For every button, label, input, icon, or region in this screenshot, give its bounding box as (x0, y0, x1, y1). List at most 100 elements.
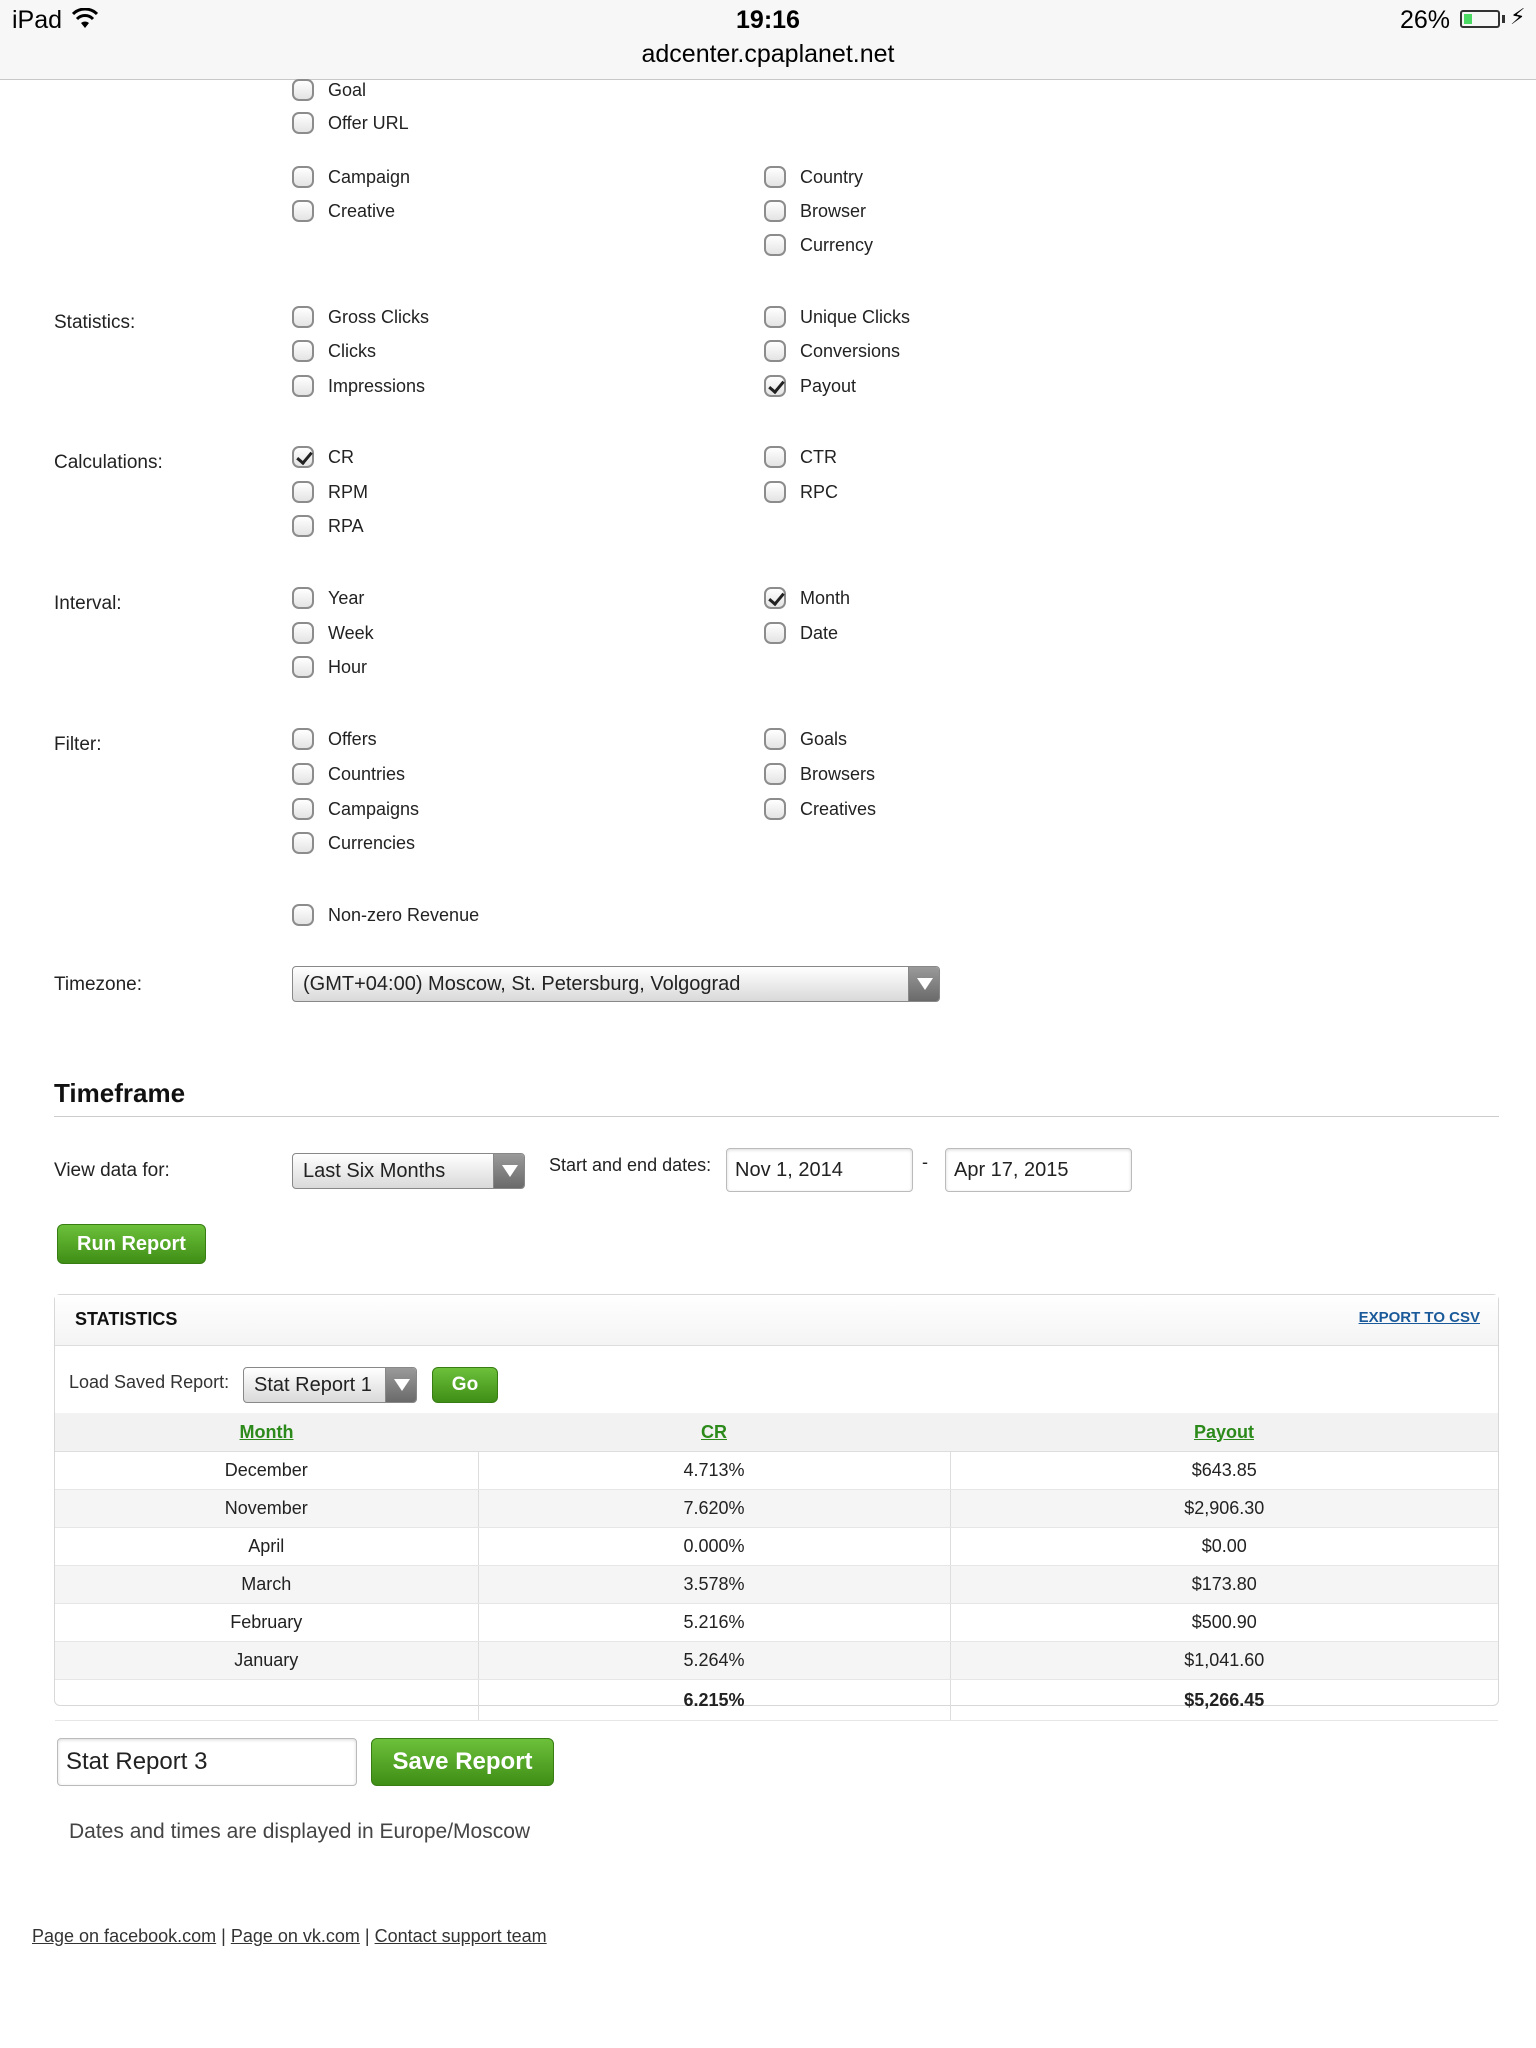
checkbox-box[interactable] (292, 587, 314, 609)
checkbox-offer-url[interactable]: Offer URL (292, 109, 409, 137)
statistics-header: STATISTICS EXPORT TO CSV (55, 1295, 1498, 1346)
checkbox-box[interactable] (292, 446, 314, 468)
checkbox-non-zero-revenue[interactable]: Non-zero Revenue (292, 901, 479, 929)
end-date-input[interactable]: Apr 17, 2015 (945, 1148, 1132, 1192)
checkbox-rpa[interactable]: RPA (292, 512, 364, 540)
checkbox-creative[interactable]: Creative (292, 197, 395, 225)
checkbox-countries[interactable]: Countries (292, 760, 405, 788)
checkbox-date[interactable]: Date (764, 619, 838, 647)
total-payout: $5,266.45 (950, 1679, 1498, 1721)
checkbox-box[interactable] (292, 79, 314, 101)
export-csv-link[interactable]: EXPORT TO CSV (1359, 1309, 1480, 1326)
checkbox-rpc[interactable]: RPC (764, 478, 838, 506)
checkbox-box[interactable] (292, 200, 314, 222)
checkbox-creatives[interactable]: Creatives (764, 795, 876, 823)
checkbox-goal[interactable]: Goal (292, 76, 366, 104)
checkbox-label: RPA (328, 515, 364, 536)
save-report-button[interactable]: Save Report (371, 1738, 554, 1786)
checkbox-label: Week (328, 622, 374, 643)
address-bar-url[interactable]: adcenter.cpaplanet.net (0, 40, 1536, 69)
checkbox-box[interactable] (292, 656, 314, 678)
checkbox-box[interactable] (292, 306, 314, 328)
checkbox-clicks[interactable]: Clicks (292, 337, 376, 365)
checkbox-browser[interactable]: Browser (764, 197, 866, 225)
checkbox-impressions[interactable]: Impressions (292, 372, 425, 400)
contact-support-link[interactable]: Contact support team (375, 1926, 547, 1946)
checkbox-box[interactable] (292, 904, 314, 926)
checkbox-country[interactable]: Country (764, 163, 863, 191)
checkbox-box[interactable] (292, 112, 314, 134)
checkbox-box[interactable] (292, 728, 314, 750)
checkbox-month[interactable]: Month (764, 584, 850, 612)
clock: 19:16 (736, 6, 800, 34)
cell-cr: 4.713% (478, 1451, 951, 1490)
checkbox-gross-clicks[interactable]: Gross Clicks (292, 303, 429, 331)
column-header-month[interactable]: Month (55, 1413, 478, 1452)
checkbox-offers[interactable]: Offers (292, 725, 377, 753)
checkbox-currencies[interactable]: Currencies (292, 829, 415, 857)
checkbox-rpm[interactable]: RPM (292, 478, 368, 506)
table-row: March 3.578% $173.80 (55, 1565, 1498, 1604)
column-header-payout[interactable]: Payout (950, 1413, 1498, 1452)
checkbox-payout[interactable]: Payout (764, 372, 856, 400)
checkbox-year[interactable]: Year (292, 584, 364, 612)
checkbox-box[interactable] (292, 798, 314, 820)
checkbox-box[interactable] (764, 306, 786, 328)
checkbox-browsers[interactable]: Browsers (764, 760, 875, 788)
checkbox-box[interactable] (764, 728, 786, 750)
checkbox-box[interactable] (292, 622, 314, 644)
report-name-input[interactable]: Stat Report 3 (57, 1738, 357, 1786)
checkbox-box[interactable] (764, 375, 786, 397)
checkbox-box[interactable] (292, 481, 314, 503)
checkbox-box[interactable] (292, 166, 314, 188)
checkbox-cr[interactable]: CR (292, 443, 354, 471)
checkbox-label: Goals (800, 728, 848, 749)
vk-link[interactable]: Page on vk.com (231, 1926, 360, 1946)
checkbox-campaign[interactable]: Campaign (292, 163, 410, 191)
checkbox-box[interactable] (764, 446, 786, 468)
checkbox-label: Browser (800, 200, 867, 221)
checkbox-box[interactable] (292, 340, 314, 362)
checkbox-label: Offer URL (328, 112, 409, 133)
column-header-cr[interactable]: CR (478, 1413, 950, 1452)
checkbox-box[interactable] (764, 340, 786, 362)
go-button[interactable]: Go (432, 1367, 498, 1403)
timezone-select[interactable]: (GMT+04:00) Moscow, St. Petersburg, Volg… (292, 966, 940, 1002)
checkbox-box[interactable] (764, 622, 786, 644)
run-report-button[interactable]: Run Report (57, 1224, 206, 1264)
view-data-select[interactable]: Last Six Months (292, 1153, 525, 1189)
dates-label: Start and end dates: (549, 1155, 712, 1175)
start-date-input[interactable]: Nov 1, 2014 (726, 1148, 913, 1192)
checkbox-box[interactable] (764, 234, 786, 256)
checkbox-box[interactable] (292, 515, 314, 537)
total-month (55, 1679, 479, 1721)
checkbox-box[interactable] (764, 200, 786, 222)
checkbox-box[interactable] (764, 763, 786, 785)
checkbox-box[interactable] (292, 375, 314, 397)
checkbox-goals[interactable]: Goals (764, 725, 847, 753)
checkbox-box[interactable] (764, 798, 786, 820)
cell-payout: $0.00 (950, 1527, 1498, 1566)
checkbox-week[interactable]: Week (292, 619, 374, 647)
checkbox-currency[interactable]: Currency (764, 231, 873, 259)
checkbox-unique-clicks[interactable]: Unique Clicks (764, 303, 910, 331)
battery-tip (1502, 15, 1505, 23)
checkbox-box[interactable] (764, 166, 786, 188)
checkbox-box[interactable] (764, 481, 786, 503)
checkbox-campaigns[interactable]: Campaigns (292, 795, 419, 823)
checkbox-label: Offers (328, 728, 377, 749)
checkbox-conversions[interactable]: Conversions (764, 337, 900, 365)
checkbox-box[interactable] (764, 587, 786, 609)
checkbox-box[interactable] (292, 832, 314, 854)
saved-report-select[interactable]: Stat Report 1 (243, 1367, 417, 1403)
view-data-value: Last Six Months (303, 1159, 446, 1182)
checkbox-box[interactable] (292, 763, 314, 785)
checkbox-label: Gross Clicks (328, 306, 430, 327)
checkbox-hour[interactable]: Hour (292, 653, 367, 681)
cell-payout: $500.90 (950, 1603, 1498, 1642)
cell-cr: 0.000% (478, 1527, 951, 1566)
checkbox-ctr[interactable]: CTR (764, 443, 837, 471)
cell-cr: 3.578% (478, 1565, 951, 1604)
footer-separator: | (216, 1926, 231, 1946)
facebook-link[interactable]: Page on facebook.com (32, 1926, 216, 1946)
